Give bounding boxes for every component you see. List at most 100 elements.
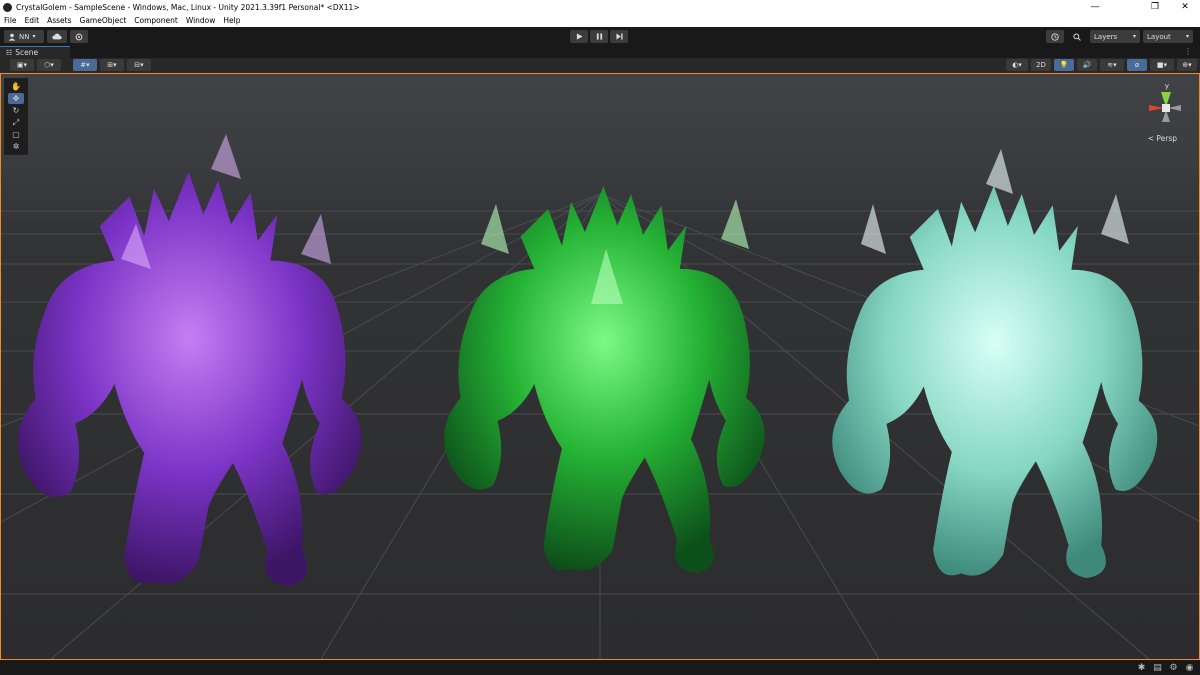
play-button[interactable]: [570, 30, 588, 43]
orientation-gizmo[interactable]: y: [1149, 82, 1181, 122]
ruler-icon: ⊟▾: [134, 61, 144, 69]
x-axis-handle[interactable]: [1149, 105, 1164, 111]
unity-logo-icon: [3, 2, 12, 12]
cube-icon: ⬡▾: [44, 61, 54, 69]
close-button[interactable]: ✕: [1170, 0, 1200, 14]
snap-toggle[interactable]: ⊞▾: [100, 59, 124, 71]
play-icon: [576, 33, 583, 40]
2d-toggle[interactable]: 2D: [1031, 59, 1051, 71]
rect-icon: ▢: [12, 130, 20, 139]
audio-icon: 🔊: [1082, 61, 1092, 69]
pause-icon: [596, 33, 602, 40]
rotate-tool[interactable]: ↻: [8, 105, 24, 116]
chevron-down-icon: ▾: [1185, 33, 1189, 40]
view-options-dropdown[interactable]: ⬡▾: [37, 59, 61, 71]
minimize-button[interactable]: —: [1080, 0, 1110, 14]
window-title-bar: CrystalGolem - SampleScene - Windows, Ma…: [0, 0, 1200, 14]
account-icon: [8, 33, 16, 41]
light-bulb-icon: 💡: [1059, 61, 1069, 69]
search-icon: [1073, 32, 1081, 41]
shaded-mode-icon: ▣▾: [16, 61, 28, 69]
menu-gameobject[interactable]: GameObject: [76, 16, 131, 25]
scale-tool[interactable]: ⤢: [8, 117, 24, 128]
main-toolbar: NN ▾ Layers ▾ Layout ▾: [0, 27, 1200, 46]
message-icon[interactable]: ▤: [1152, 662, 1163, 673]
menu-bar: File Edit Assets GameObject Component Wi…: [0, 14, 1200, 28]
window-title: CrystalGolem - SampleScene - Windows, Ma…: [16, 2, 360, 12]
gizmo-center[interactable]: [1162, 104, 1170, 112]
scene-icon: ☷: [6, 48, 13, 57]
transform-icon: ✲: [12, 142, 20, 151]
status-bar: ✱ ▤ ⚙ ◉: [0, 660, 1200, 675]
gizmos-dropdown[interactable]: ⊕▾: [1177, 59, 1197, 71]
2d-label: 2D: [1036, 61, 1046, 69]
maximize-button[interactable]: ❐: [1140, 0, 1170, 14]
camera-icon: ■▾: [1156, 61, 1168, 69]
rect-tool[interactable]: ▢: [8, 129, 24, 140]
transform-tool[interactable]: ✲: [8, 141, 24, 152]
hand-tool[interactable]: ✋: [8, 81, 24, 92]
rotate-icon: ↻: [12, 106, 20, 115]
layers-label: Layers: [1094, 32, 1118, 41]
effects-icon: ≋▾: [1107, 61, 1117, 69]
golem-teal[interactable]: [832, 149, 1158, 579]
menu-assets[interactable]: Assets: [43, 16, 75, 25]
grid-toggle[interactable]: #▾: [73, 59, 97, 71]
chevron-down-icon: ▾: [1132, 33, 1136, 40]
close-icon: ✕: [1181, 2, 1189, 12]
shading-dropdown[interactable]: ◐▾: [1006, 59, 1028, 71]
pause-button[interactable]: [590, 30, 608, 43]
lighting-toggle[interactable]: 💡: [1054, 59, 1074, 71]
layout-label: Layout: [1147, 32, 1171, 41]
increment-snap-dropdown[interactable]: ⊟▾: [127, 59, 151, 71]
notification-icon[interactable]: ◉: [1184, 662, 1195, 673]
hidden-objects-toggle[interactable]: ø: [1127, 59, 1147, 71]
move-icon: ✥: [12, 94, 20, 103]
bug-icon[interactable]: ✱: [1136, 662, 1147, 673]
settings-icon[interactable]: ⚙: [1168, 662, 1179, 673]
settings-icon: [75, 33, 83, 40]
tool-palette: ✋ ✥ ↻ ⤢ ▢ ✲: [4, 78, 28, 155]
scale-icon: ⤢: [12, 117, 20, 127]
scene-viewport[interactable]: y < Persp ✋ ✥ ↻ ⤢ ▢ ✲: [0, 73, 1200, 660]
more-options-icon[interactable]: ⋮: [1184, 47, 1192, 56]
tab-bar: ☷ Scene ⋮: [0, 46, 1200, 58]
tab-scene[interactable]: ☷ Scene: [0, 46, 70, 58]
y-axis-label: y: [1165, 82, 1169, 90]
cloud-icon: [52, 33, 62, 40]
menu-file[interactable]: File: [0, 16, 21, 25]
menu-window[interactable]: Window: [182, 16, 220, 25]
undo-history-button[interactable]: [1046, 30, 1064, 43]
globe-icon: ⊕▾: [1182, 61, 1192, 69]
effects-dropdown[interactable]: ≋▾: [1100, 59, 1124, 71]
menu-help[interactable]: Help: [219, 16, 244, 25]
audio-toggle[interactable]: 🔊: [1077, 59, 1097, 71]
collab-button[interactable]: [70, 30, 88, 43]
camera-dropdown[interactable]: ■▾: [1150, 59, 1174, 71]
layers-dropdown[interactable]: Layers ▾: [1090, 30, 1140, 43]
move-tool[interactable]: ✥: [8, 93, 24, 104]
menu-edit[interactable]: Edit: [21, 16, 44, 25]
draw-mode-dropdown[interactable]: ▣▾: [10, 59, 34, 71]
view-mode-label[interactable]: < Persp: [1148, 134, 1177, 143]
maximize-icon: ❐: [1150, 2, 1160, 12]
eye-off-icon: ø: [1134, 61, 1140, 69]
account-dropdown[interactable]: NN ▾: [4, 30, 44, 43]
sphere-icon: ◐▾: [1012, 61, 1022, 69]
golem-purple[interactable]: [17, 134, 362, 587]
hand-icon: ✋: [11, 82, 21, 91]
cloud-button[interactable]: [47, 30, 67, 43]
snap-icon: ⊞▾: [107, 61, 117, 69]
minimize-icon: —: [1090, 2, 1100, 12]
scene-view: y: [1, 82, 1199, 659]
golem-green[interactable]: [444, 185, 765, 573]
chevron-down-icon: ▾: [32, 33, 36, 40]
account-label: NN: [19, 32, 30, 41]
menu-component[interactable]: Component: [130, 16, 182, 25]
grid-icon: #▾: [80, 61, 90, 69]
scene-toolbar: ▣▾ ⬡▾ #▾ ⊞▾ ⊟▾ ◐▾ 2D 💡 🔊 ≋▾ ø ■▾ ⊕▾: [0, 58, 1200, 74]
step-button[interactable]: [610, 30, 628, 43]
search-button[interactable]: [1068, 30, 1086, 43]
layout-dropdown[interactable]: Layout ▾: [1143, 30, 1193, 43]
history-icon: [1051, 32, 1059, 41]
